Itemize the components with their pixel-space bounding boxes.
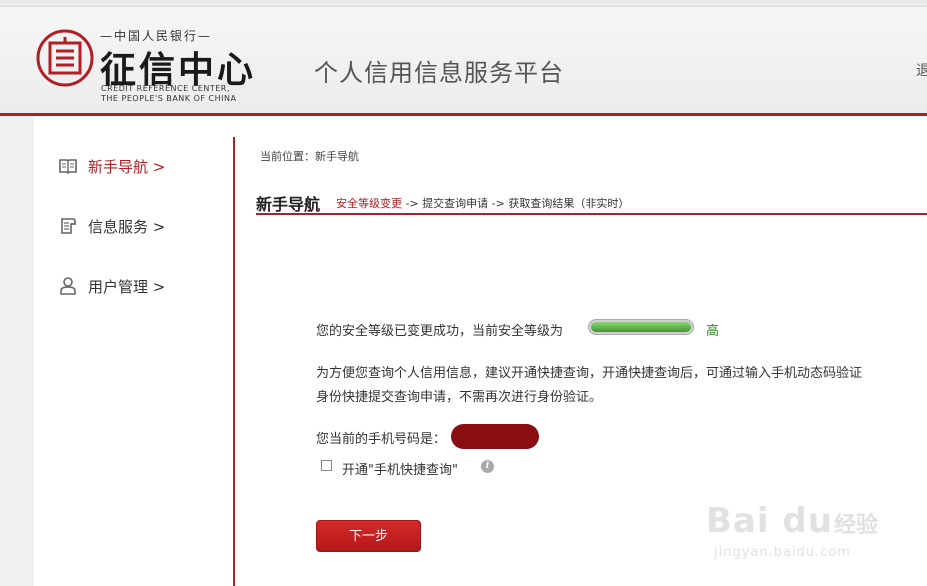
current-step: 安全等级变更 — [336, 197, 402, 210]
breadcrumb: 当前位置：新手导航 — [260, 150, 359, 163]
sidebar-item-label: 信息服务 > — [88, 217, 166, 236]
title-divider — [256, 213, 927, 215]
watermark-cn: 经验 — [834, 513, 879, 538]
browser-top-strip — [0, 0, 927, 7]
quick-query-checkbox[interactable] — [321, 460, 332, 471]
watermark-brand: Bai du — [706, 501, 833, 541]
security-level-message: 您的安全等级已变更成功，当前安全等级为 — [316, 324, 564, 339]
credit-center-seal-logo — [36, 29, 94, 87]
info-icon[interactable]: i — [481, 460, 494, 473]
masked-phone-number — [451, 424, 539, 449]
advice-text-line2: 身份快捷提交查询申请，不需再次进行身份验证。 — [316, 390, 603, 405]
remaining-steps: -> 提交查询申请 -> 获取查询结果（非实时） — [402, 197, 630, 210]
phone-label: 您当前的手机号码是： — [316, 432, 447, 447]
sidebar-item-info-service[interactable]: 信息服务 > — [58, 214, 165, 238]
security-level-bar — [588, 319, 694, 335]
platform-title: 个人信用信息服务平台 — [314, 59, 564, 87]
advice-text-line1: 为方便您查询个人信用信息，建议开通快捷查询，开通快捷查询后，可通过输入手机动态码… — [316, 366, 863, 381]
logo-english-line2: THE PEOPLE'S BANK OF CHINA — [101, 94, 237, 103]
sidebar-nav: 新手导航 > 信息服务 > 用户管理 > — [34, 116, 233, 586]
quick-query-label[interactable]: 开通"手机快捷查询" — [342, 459, 458, 478]
security-level-fill — [591, 322, 691, 332]
watermark-url: jingyan.baidu.com — [714, 545, 851, 560]
next-step-button[interactable]: 下一步 — [316, 520, 421, 552]
step-progress: 安全等级变更 -> 提交查询申请 -> 获取查询结果（非实时） — [336, 195, 629, 211]
sidebar-divider — [233, 137, 235, 586]
user-icon — [60, 277, 76, 295]
sidebar-item-label: 用户管理 > — [88, 277, 166, 296]
book-icon — [59, 159, 77, 175]
logo-english-line1: CREDIT REFERENCE CENTER, — [101, 84, 230, 93]
page-left-margin — [0, 116, 34, 586]
page-title: 新手导航 — [256, 195, 321, 214]
sidebar-item-beginner-guide[interactable]: 新手导航 > — [58, 154, 165, 178]
document-icon — [61, 218, 76, 234]
baidu-jingyan-watermark: Bai du 经验 jingyan.baidu.com — [706, 489, 896, 569]
sidebar-item-user-management[interactable]: 用户管理 > — [58, 274, 165, 298]
sidebar-item-label: 新手导航 > — [88, 157, 166, 176]
exit-link[interactable]: 退 — [916, 60, 927, 80]
site-header: —中国人民银行— 征信中心 CREDIT REFERENCE CENTER, T… — [0, 7, 927, 113]
security-level-text: 高 — [706, 324, 720, 339]
